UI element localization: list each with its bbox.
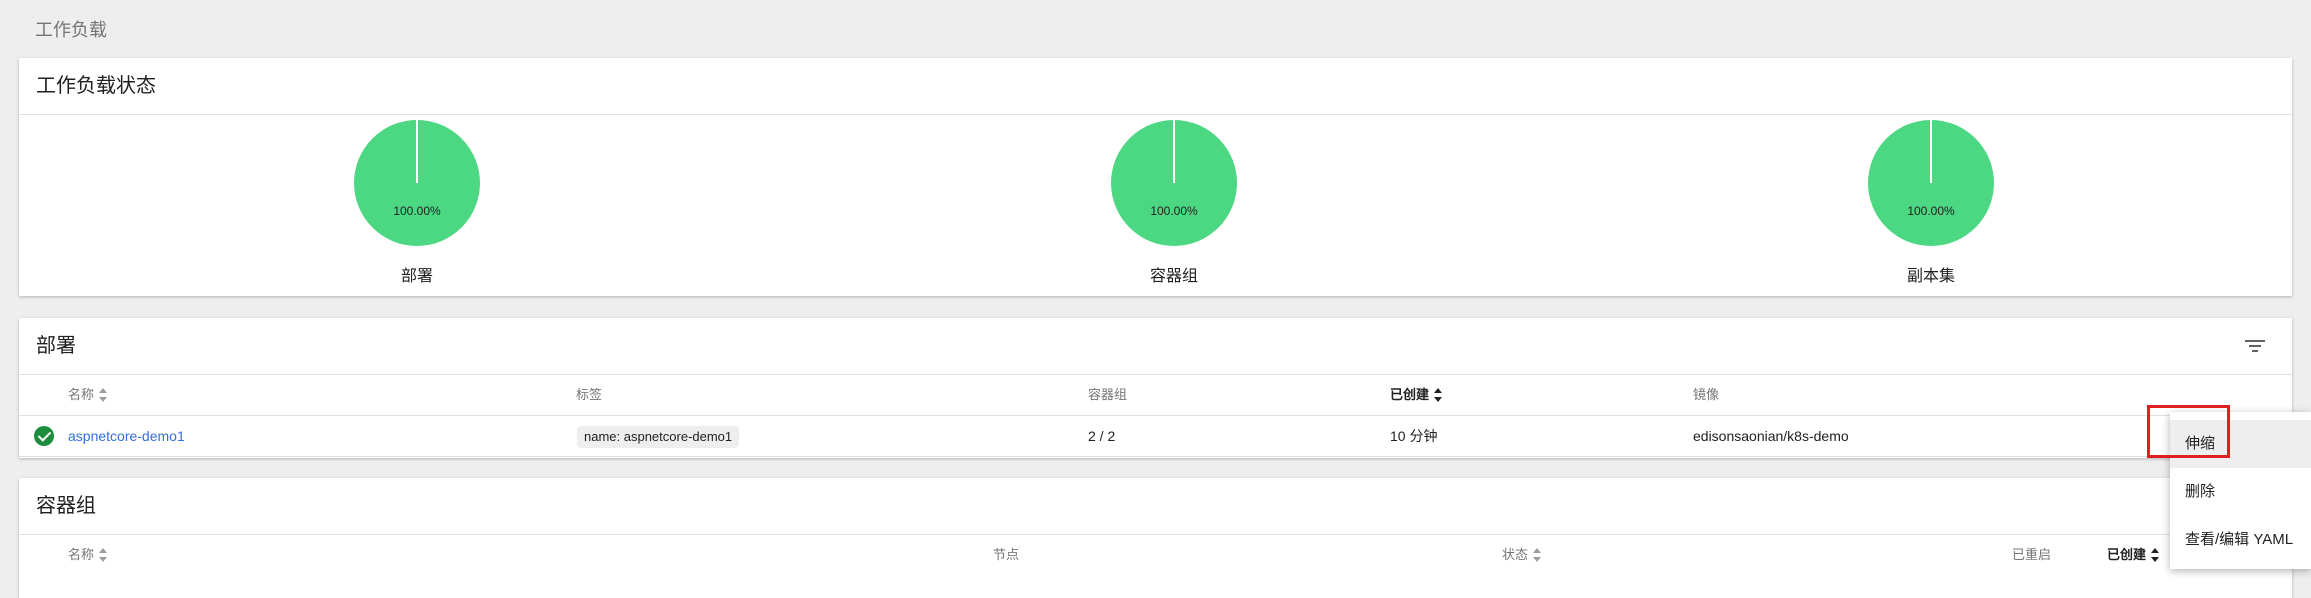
pods-pie: 100.00% — [1111, 120, 1237, 246]
sort-icon — [2151, 547, 2160, 562]
context-menu: 伸缩 删除 查看/编辑 YAML — [2170, 412, 2311, 569]
replicasets-pie: 100.00% — [1868, 120, 1994, 246]
sort-icon — [99, 547, 108, 562]
workload-status-card: 工作负载状态 100.00% 部署 100.00% 容器组 100.00% 副本… — [19, 58, 2292, 296]
deployment-label-cell: name: aspnetcore-demo1 — [577, 416, 740, 456]
deployment-pods-cell: 2 / 2 — [1088, 428, 1116, 444]
pods-column-restarts-header: 已重启 — [2012, 547, 2052, 562]
pods-card-title: 容器组 — [19, 478, 2292, 535]
column-image-header: 镜像 — [1693, 387, 1720, 402]
deployment-name-link[interactable]: aspnetcore-demo1 — [68, 416, 185, 456]
replicasets-pie-label: 副本集 — [1906, 268, 1955, 285]
label-chip: name: aspnetcore-demo1 — [577, 426, 740, 448]
column-created-header[interactable]: 已创建 — [1390, 375, 1443, 415]
filter-icon[interactable] — [2244, 336, 2266, 356]
pods-table-header: 名称 节点 状态 已重启 已创建 — [19, 535, 2292, 575]
column-pods-header: 容器组 — [1088, 387, 1128, 402]
pods-column-name-header[interactable]: 名称 — [68, 535, 108, 575]
deployments-status-chart: 100.00% 部署 — [327, 120, 507, 286]
pods-column-created-label: 已创建 — [2107, 547, 2147, 562]
pods-pie-label: 容器组 — [1149, 268, 1198, 285]
menu-item-delete[interactable]: 删除 — [2170, 468, 2311, 516]
replicasets-pie-percent: 100.00% — [1907, 204, 1955, 218]
table-row: aspnetcore-demo1 name: aspnetcore-demo1 … — [19, 416, 2292, 457]
pods-column-created-header[interactable]: 已创建 — [2107, 535, 2160, 575]
sort-icon — [1533, 547, 1542, 562]
deployment-image-cell: edisonsaonian/k8s-demo — [1693, 428, 1849, 444]
deployment-created-cell: 10 分钟 — [1390, 428, 1438, 444]
pods-column-status-header[interactable]: 状态 — [1502, 535, 1542, 575]
deployments-pie: 100.00% — [354, 120, 480, 246]
deployments-pie-label: 部署 — [400, 268, 433, 285]
pods-column-node-header: 节点 — [993, 547, 1020, 562]
sort-icon — [1434, 387, 1443, 402]
column-labels-header: 标签 — [576, 387, 603, 402]
status-card-title: 工作负载状态 — [19, 58, 2292, 115]
sort-icon — [99, 387, 108, 402]
deployments-pie-percent: 100.00% — [393, 204, 441, 218]
deployments-table-header: 名称 标签 容器组 已创建 镜像 — [19, 375, 2292, 416]
pods-column-status-label: 状态 — [1502, 547, 1529, 562]
pods-column-name-label: 名称 — [68, 547, 95, 562]
pods-card: 容器组 名称 节点 状态 已重启 已创建 — [19, 478, 2292, 598]
pods-pie-percent: 100.00% — [1150, 204, 1198, 218]
pods-status-chart: 100.00% 容器组 — [1084, 120, 1264, 286]
replicasets-status-chart: 100.00% 副本集 — [1841, 120, 2021, 286]
breadcrumb: 工作负载 — [35, 20, 107, 40]
menu-item-scale[interactable]: 伸缩 — [2170, 420, 2311, 468]
column-created-label: 已创建 — [1390, 387, 1430, 402]
deployments-card-title: 部署 — [19, 318, 2292, 375]
column-name-label: 名称 — [68, 387, 95, 402]
column-name-header[interactable]: 名称 — [68, 375, 108, 415]
menu-item-view-edit-yaml[interactable]: 查看/编辑 YAML — [2170, 516, 2311, 564]
deployments-card: 部署 名称 标签 容器组 已创建 镜像 aspnetcore-demo1 nam… — [19, 318, 2292, 458]
check-circle-icon — [34, 426, 54, 446]
